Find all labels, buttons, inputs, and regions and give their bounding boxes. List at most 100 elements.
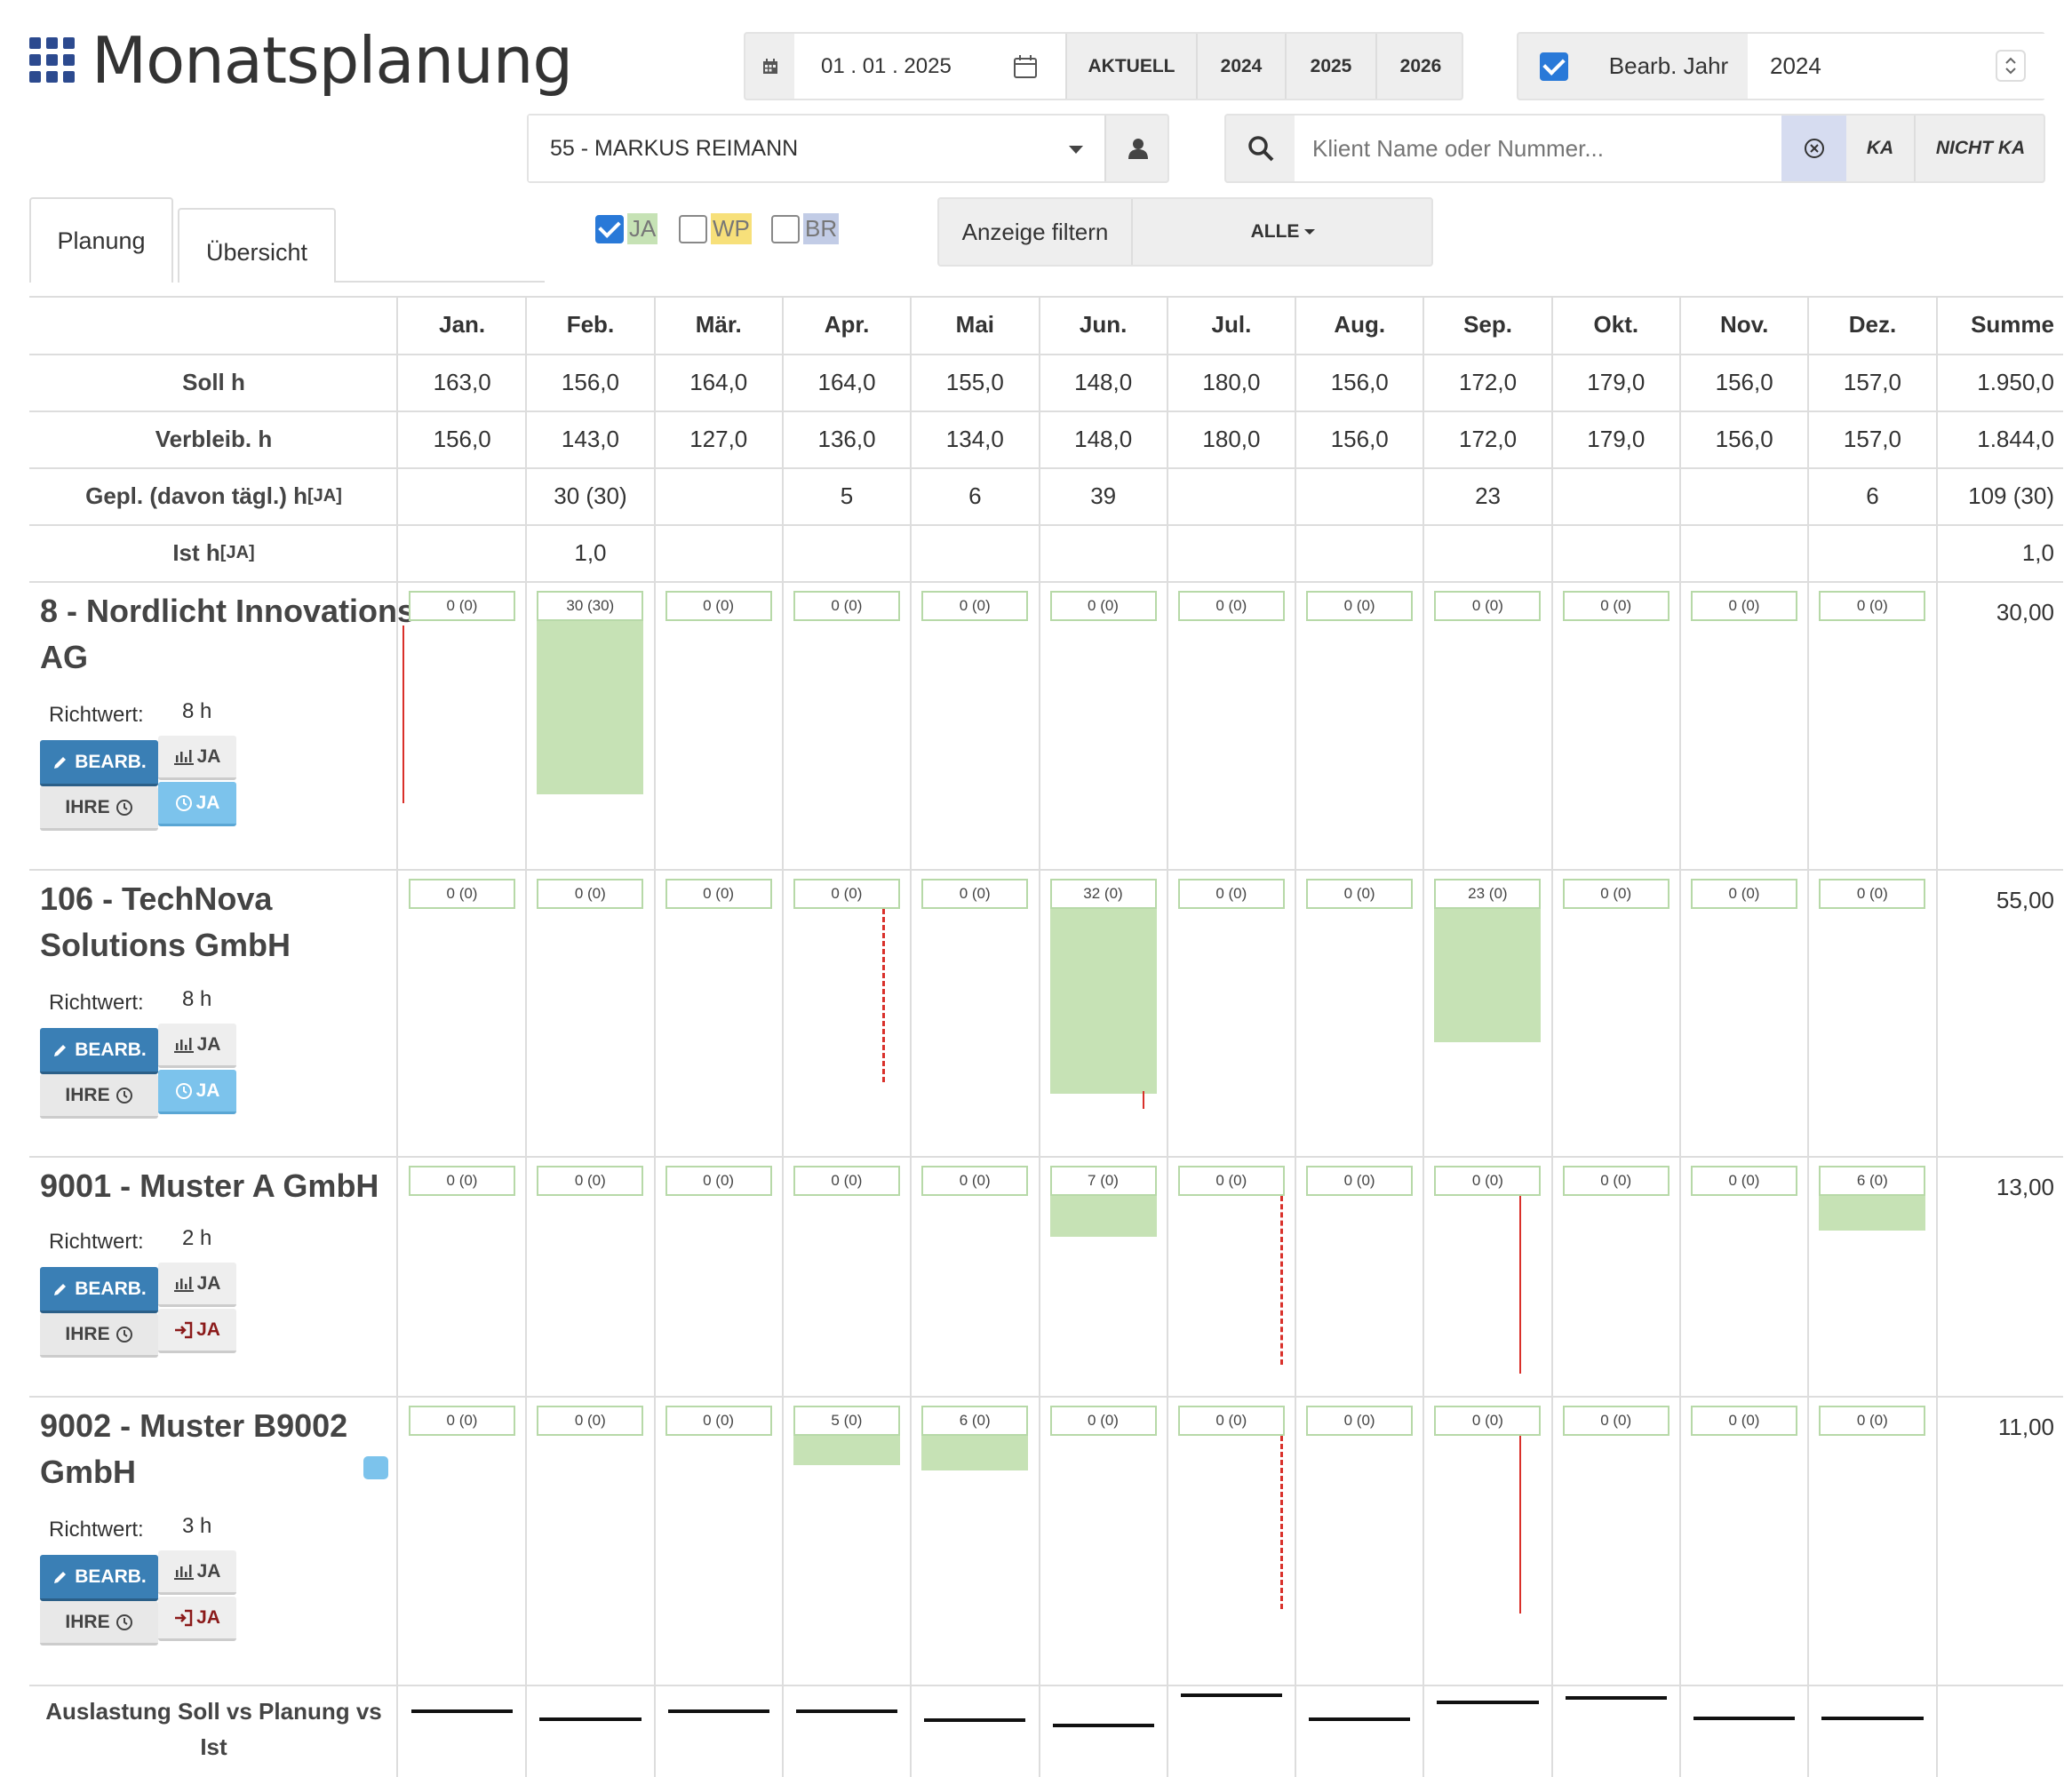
- year-2025-button[interactable]: 2025: [1285, 34, 1375, 99]
- edit-button-0[interactable]: BEARB.: [40, 740, 158, 786]
- plan-box-2-7[interactable]: 0 (0): [1306, 1166, 1414, 1196]
- client-info-icon-3[interactable]: [363, 1456, 388, 1479]
- plan-box-1-3[interactable]: 0 (0): [793, 879, 900, 909]
- plan-box-3-7[interactable]: 0 (0): [1306, 1406, 1414, 1436]
- plan-box-2-2[interactable]: 0 (0): [665, 1166, 772, 1196]
- calendar-icon[interactable]: [1012, 53, 1039, 86]
- ihre-button-2[interactable]: IHRE: [40, 1313, 158, 1358]
- plan-box-2-6[interactable]: 0 (0): [1177, 1166, 1285, 1196]
- plan-box-0-4[interactable]: 0 (0): [921, 591, 1029, 621]
- plan-box-2-0[interactable]: 0 (0): [409, 1166, 515, 1196]
- plan-box-0-3[interactable]: 0 (0): [793, 591, 900, 621]
- plan-box-2-8[interactable]: 0 (0): [1434, 1166, 1542, 1196]
- ja-signin-button-3[interactable]: JA: [158, 1597, 236, 1641]
- plan-box-3-3[interactable]: 5 (0): [793, 1406, 900, 1436]
- summary-cell-0-1: 156,0: [561, 368, 619, 395]
- year-2026-button[interactable]: 2026: [1375, 34, 1464, 99]
- filter-wp-checkbox[interactable]: [679, 214, 707, 243]
- aktuell-button[interactable]: AKTUELL: [1065, 34, 1196, 99]
- plan-box-0-1[interactable]: 30 (30): [537, 591, 644, 621]
- plan-box-2-1[interactable]: 0 (0): [537, 1166, 644, 1196]
- plan-box-1-7[interactable]: 0 (0): [1306, 879, 1414, 909]
- plan-box-0-7[interactable]: 0 (0): [1306, 591, 1414, 621]
- user-icon[interactable]: [1104, 116, 1169, 181]
- plan-box-1-4[interactable]: 0 (0): [921, 879, 1029, 909]
- plan-box-1-9[interactable]: 0 (0): [1562, 879, 1670, 909]
- clear-search-icon[interactable]: [1781, 116, 1846, 181]
- tab-uebersicht[interactable]: Übersicht: [178, 208, 336, 283]
- ja-stats-button-3[interactable]: JA: [158, 1550, 236, 1595]
- plan-box-2-4[interactable]: 0 (0): [921, 1166, 1029, 1196]
- plan-box-3-8[interactable]: 0 (0): [1434, 1406, 1542, 1436]
- ka-button[interactable]: KA: [1846, 116, 1914, 181]
- filter-br-checkbox[interactable]: [771, 214, 800, 243]
- ja-stats-button-0[interactable]: JA: [158, 736, 236, 780]
- nicht-ka-button[interactable]: NICHT KA: [1914, 116, 2045, 181]
- plan-box-0-9[interactable]: 0 (0): [1562, 591, 1670, 621]
- bearb-jahr-checkbox[interactable]: [1540, 52, 1568, 81]
- target-line-0-0: [402, 626, 404, 803]
- ja-stats-button-2[interactable]: JA: [158, 1263, 236, 1307]
- plan-box-3-6[interactable]: 0 (0): [1177, 1406, 1285, 1436]
- plan-box-2-5[interactable]: 7 (0): [1049, 1166, 1157, 1196]
- edit-button-2[interactable]: BEARB.: [40, 1267, 158, 1313]
- plan-box-2-10[interactable]: 0 (0): [1691, 1166, 1797, 1196]
- filter-ja[interactable]: JA: [595, 213, 658, 244]
- plan-box-3-1[interactable]: 0 (0): [537, 1406, 644, 1436]
- ja-time-button-0[interactable]: JA: [158, 782, 236, 826]
- plan-box-2-9[interactable]: 0 (0): [1562, 1166, 1670, 1196]
- plan-box-0-8[interactable]: 0 (0): [1434, 591, 1542, 621]
- plan-box-0-6[interactable]: 0 (0): [1177, 591, 1285, 621]
- client-name-1[interactable]: 106 - TechNova Solutions GmbH: [40, 876, 422, 968]
- client-name-line: AG: [40, 639, 88, 675]
- filter-br[interactable]: BR: [771, 213, 840, 244]
- plan-box-1-1[interactable]: 0 (0): [537, 879, 644, 909]
- plan-box-1-6[interactable]: 0 (0): [1177, 879, 1285, 909]
- plan-box-0-10[interactable]: 0 (0): [1691, 591, 1797, 621]
- search-input[interactable]: [1295, 116, 1781, 181]
- ihre-button-1[interactable]: IHRE: [40, 1074, 158, 1119]
- tab-baseline: [336, 281, 545, 283]
- plan-box-2-11[interactable]: 6 (0): [1819, 1166, 1926, 1196]
- client-name-0[interactable]: 8 - Nordlicht Innovations AG: [40, 588, 422, 681]
- ja-signin-button-2[interactable]: JA: [158, 1309, 236, 1353]
- plan-box-1-2[interactable]: 0 (0): [665, 879, 772, 909]
- client-name-2[interactable]: 9001 - Muster A GmbH: [40, 1163, 422, 1209]
- ja-time-button-1[interactable]: JA: [158, 1070, 236, 1114]
- plan-box-0-0[interactable]: 0 (0): [409, 591, 515, 621]
- plan-box-3-4[interactable]: 6 (0): [921, 1406, 1029, 1436]
- ihre-button-3[interactable]: IHRE: [40, 1601, 158, 1646]
- plan-box-3-9[interactable]: 0 (0): [1562, 1406, 1670, 1436]
- edit-button-3[interactable]: BEARB.: [40, 1555, 158, 1601]
- plan-box-3-5[interactable]: 0 (0): [1049, 1406, 1157, 1436]
- summary-cell-3-2: [655, 524, 783, 581]
- ja-stats-button-1[interactable]: JA: [158, 1024, 236, 1068]
- edit-button-1[interactable]: BEARB.: [40, 1028, 158, 1074]
- plan-box-1-5[interactable]: 32 (0): [1049, 879, 1157, 909]
- employee-select[interactable]: 55 - MARKUS REIMANN: [529, 116, 1104, 181]
- filter-ja-checkbox[interactable]: [595, 214, 624, 243]
- plan-box-3-10[interactable]: 0 (0): [1691, 1406, 1797, 1436]
- ihre-button-0[interactable]: IHRE: [40, 786, 158, 831]
- client-name-3[interactable]: 9002 - Muster B9002 GmbH: [40, 1403, 422, 1495]
- year-2024-button[interactable]: 2024: [1196, 34, 1285, 99]
- calendar-small-icon[interactable]: [745, 34, 794, 99]
- plan-box-1-11[interactable]: 0 (0): [1819, 879, 1926, 909]
- plan-box-1-8[interactable]: 23 (0): [1434, 879, 1542, 909]
- plan-box-3-0[interactable]: 0 (0): [409, 1406, 515, 1436]
- alle-dropdown[interactable]: ALLE: [1131, 199, 1433, 265]
- apps-grid-icon[interactable]: [29, 37, 75, 83]
- filter-wp[interactable]: WP: [679, 213, 752, 244]
- spinner-icon[interactable]: [1996, 50, 2026, 82]
- plan-box-0-2[interactable]: 0 (0): [665, 591, 772, 621]
- plan-box-1-0[interactable]: 0 (0): [409, 879, 515, 909]
- plan-box-1-10[interactable]: 0 (0): [1691, 879, 1797, 909]
- date-input[interactable]: 01 . 01 . 2025: [794, 34, 1065, 99]
- plan-box-0-5[interactable]: 0 (0): [1049, 591, 1157, 621]
- tab-planung[interactable]: Planung: [29, 197, 173, 283]
- plan-box-3-11[interactable]: 0 (0): [1819, 1406, 1926, 1436]
- plan-box-2-3[interactable]: 0 (0): [793, 1166, 900, 1196]
- bearb-jahr-input[interactable]: 2024: [1748, 34, 2045, 99]
- plan-box-3-2[interactable]: 0 (0): [665, 1406, 772, 1436]
- plan-box-0-11[interactable]: 0 (0): [1819, 591, 1926, 621]
